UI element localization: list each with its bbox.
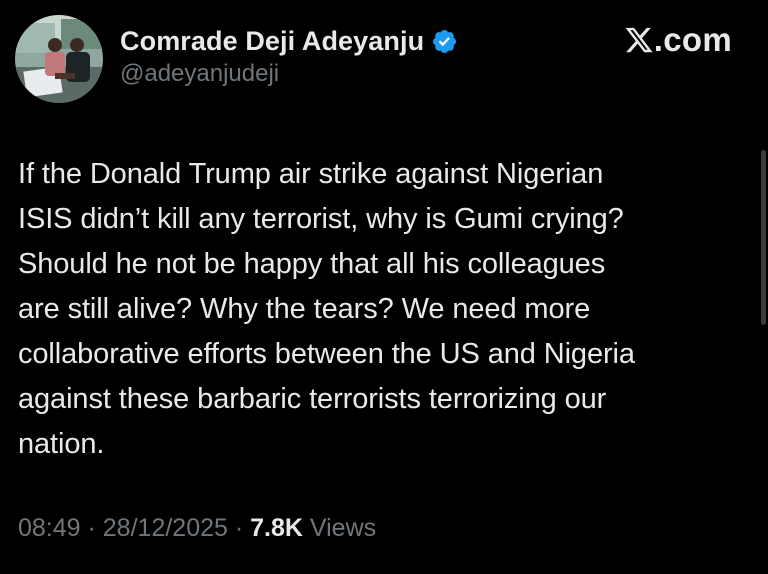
profile-photo [15, 15, 103, 103]
tweet-metadata: 08:49 · 28/12/2025 · 7.8K Views [18, 514, 376, 543]
tweet-card: Comrade Deji Adeyanju @adeyanjudeji .com… [0, 0, 768, 574]
author-name-row: Comrade Deji Adeyanju [120, 24, 458, 58]
brand-domain: .com [653, 21, 732, 58]
tweet-time[interactable]: 08:49 [18, 514, 81, 542]
verified-badge-icon [431, 28, 458, 55]
views-count: 7.8K [250, 514, 303, 542]
views-label: Views [302, 514, 377, 542]
author-display-name[interactable]: Comrade Deji Adeyanju [120, 26, 424, 57]
tweet-text: If the Donald Trump air strike against N… [18, 158, 635, 460]
x-brand-mark: .com [624, 20, 732, 60]
tweet-date[interactable]: 28/12/2025 [103, 514, 228, 542]
meta-separator: · [227, 514, 251, 542]
avatar[interactable] [15, 15, 103, 103]
author-handle[interactable]: @adeyanjudeji [120, 60, 279, 88]
x-logo-icon [625, 27, 653, 53]
scrollbar[interactable] [761, 150, 766, 325]
meta-separator: · [80, 514, 103, 542]
